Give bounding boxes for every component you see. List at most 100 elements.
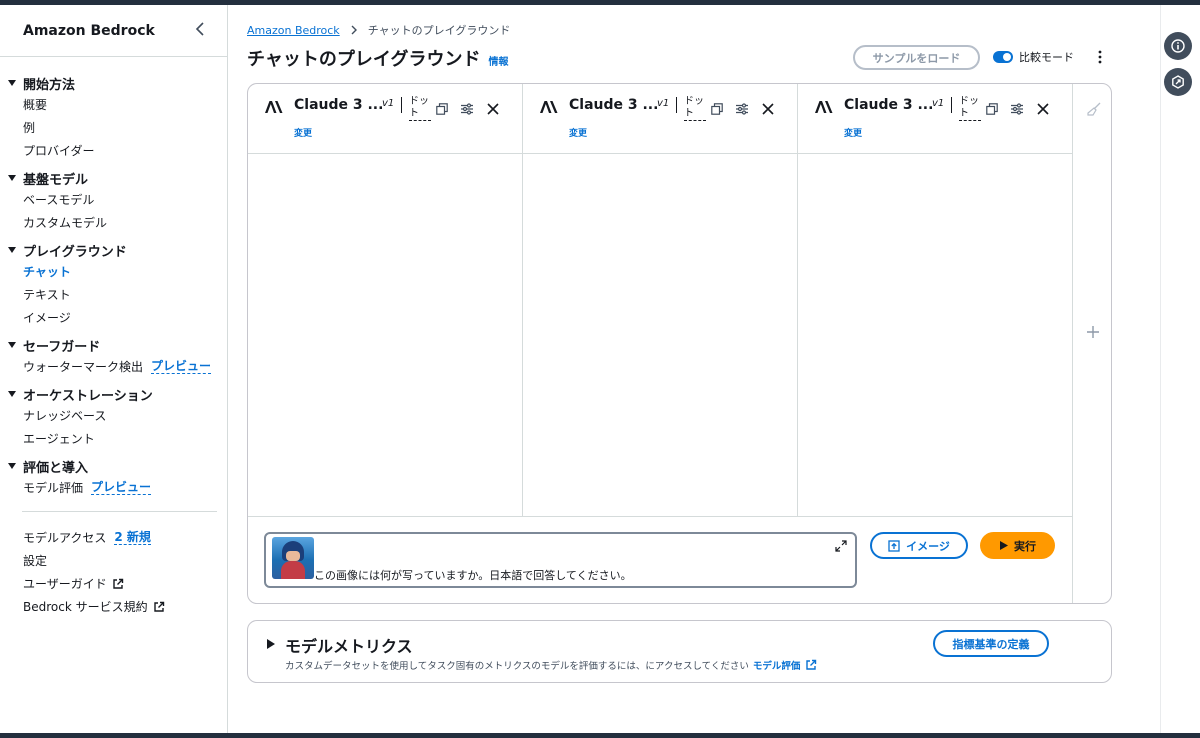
sidebar: Amazon Bedrock 開始方法 概要 例 プロバイダー 基盤モデル ベー… [0,5,228,733]
main-content: Amazon Bedrock チャットのプレイグラウンド チャットのプレイグラウ… [229,5,1160,733]
breadcrumb-root[interactable]: Amazon Bedrock [247,24,340,37]
settings-sliders-icon[interactable] [1011,103,1023,115]
sidebar-item-image[interactable]: イメージ [0,306,227,329]
sidebar-item-knowledge-base[interactable]: ナレッジベース [0,404,227,427]
new-count-badge[interactable]: 2 新規 [114,530,151,545]
model-column-header: Claude 3 ... v1 ドット 変更 [798,84,1072,154]
sidebar-item-providers[interactable]: プロバイダー [0,139,227,162]
close-icon[interactable] [487,103,499,115]
compare-mode-toggle[interactable] [993,51,1013,63]
caret-down-icon [8,80,16,86]
sidebar-title: Amazon Bedrock [23,22,155,39]
clear-broom-icon[interactable] [1087,102,1101,116]
sidebar-divider [22,511,217,512]
sidebar-item-model-access[interactable]: モデルアクセス 2 新規 [0,526,227,549]
sidebar-section-evaluation: 評価と導入 モデル評価 プレビュー [0,456,227,499]
sidebar-item-base-models[interactable]: ベースモデル [0,188,227,211]
model-version: v1 [657,98,670,109]
sidebar-item-custom-models[interactable]: カスタムモデル [0,211,227,234]
sidebar-item-overview[interactable]: 概要 [0,93,227,116]
chat-playground: Claude 3 ... v1 ドット 変更 Claude 3 ... v1 ド… [247,83,1112,604]
section-header[interactable]: 開始方法 [0,73,227,93]
copy-icon[interactable] [711,103,723,115]
caret-down-icon [8,175,16,181]
sidebar-item-service-terms[interactable]: Bedrock サービス規約 [0,595,227,618]
playground-side-rail [1072,84,1111,603]
sidebar-item-user-guide[interactable]: ユーザーガイド [0,572,227,595]
load-sample-button[interactable]: サンプルをロード [853,45,980,70]
section-header[interactable]: 基盤モデル [0,168,227,188]
metrics-title[interactable]: モデルメトリクス [285,633,413,657]
expand-icon[interactable] [835,540,847,552]
collapse-sidebar-icon[interactable] [193,21,209,37]
sidebar-section-foundation-models: 基盤モデル ベースモデル カスタムモデル [0,168,227,234]
sidebar-item-text[interactable]: テキスト [0,283,227,306]
model-name: Claude 3 ... [569,97,659,113]
run-button[interactable]: 実行 [980,532,1055,559]
sidebar-item-agents[interactable]: エージェント [0,427,227,450]
define-metrics-button[interactable]: 指標基準の定義 [933,630,1049,657]
model-name: Claude 3 ... [844,97,934,113]
divider [401,97,402,113]
section-header[interactable]: オーケストレーション [0,384,227,404]
sidebar-item-examples[interactable]: 例 [0,116,227,139]
metrics-description: カスタムデータセットを使用してタスク固有のメトリクスのモデルを評価するには、にア… [285,658,817,672]
preview-badge[interactable]: プレビュー [151,359,212,374]
info-icon [1171,39,1185,53]
model-version: v1 [382,98,395,109]
more-options-icon[interactable] [1095,49,1105,65]
sidebar-item-settings[interactable]: 設定 [0,549,227,572]
utility-rail [1160,5,1200,733]
divider [676,97,677,113]
add-model-plus-icon[interactable] [1085,324,1101,340]
prompt-input[interactable]: この画像には何が写っていますか。日本語で回答してください。 [264,532,857,588]
copy-icon[interactable] [436,103,448,115]
page-title: チャットのプレイグラウンド [247,49,481,70]
model-evaluation-link[interactable]: モデル評価 [753,658,801,672]
caret-down-icon [8,247,16,253]
divider [951,97,952,113]
anthropic-logo-icon [540,101,558,113]
sidebar-section-orchestration: オーケストレーション ナレッジベース エージェント [0,384,227,450]
preview-badge[interactable]: プレビュー [91,480,152,495]
change-model-link[interactable]: 変更 [569,126,587,139]
caret-right-icon[interactable] [266,639,275,649]
caret-down-icon [8,463,16,469]
copy-icon[interactable] [986,103,998,115]
external-link-icon [153,601,164,612]
compare-mode-control: 比較モード [993,49,1074,65]
info-panel-button[interactable] [1164,32,1192,60]
settings-sliders-icon[interactable] [736,103,748,115]
settings-panel-button[interactable] [1164,68,1192,96]
close-icon[interactable] [1037,103,1049,115]
model-column-header: Claude 3 ... v1 ドット 変更 [248,84,522,154]
title-row: チャットのプレイグラウンド 情報 [247,45,508,71]
anthropic-logo-icon [815,101,833,113]
chevron-right-icon [351,25,357,35]
sidebar-item-watermark[interactable]: ウォーターマーク検出 プレビュー [0,355,227,378]
model-dot-label: ドット [684,96,706,121]
sidebar-item-model-evaluation[interactable]: モデル評価 プレビュー [0,476,227,499]
section-header[interactable]: プレイグラウンド [0,240,227,260]
close-icon[interactable] [762,103,774,115]
play-icon [1000,541,1008,550]
attached-image-thumbnail[interactable] [272,537,314,579]
section-header[interactable]: セーフガード [0,335,227,355]
breadcrumb-current: チャットのプレイグラウンド [367,24,511,37]
model-metrics-panel: モデルメトリクス カスタムデータセットを使用してタスク固有のメトリクスのモデルを… [247,620,1112,683]
model-column-2: Claude 3 ... v1 ドット 変更 [523,84,798,516]
sidebar-section-getting-started: 開始方法 概要 例 プロバイダー [0,73,227,162]
external-link-icon [113,578,123,589]
external-link-icon [806,659,817,670]
settings-sliders-icon[interactable] [461,103,473,115]
change-model-link[interactable]: 変更 [844,126,862,139]
prompt-text: この画像には何が写っていますか。日本語で回答してください。 [314,569,632,582]
info-link[interactable]: 情報 [488,53,508,68]
compare-mode-label: 比較モード [1019,51,1074,64]
section-header[interactable]: 評価と導入 [0,456,227,476]
breadcrumb: Amazon Bedrock チャットのプレイグラウンド [247,22,510,38]
image-upload-button[interactable]: イメージ [870,532,968,559]
change-model-link[interactable]: 変更 [294,126,312,139]
sidebar-item-chat[interactable]: チャット [0,260,227,283]
model-column-1: Claude 3 ... v1 ドット 変更 [248,84,523,516]
